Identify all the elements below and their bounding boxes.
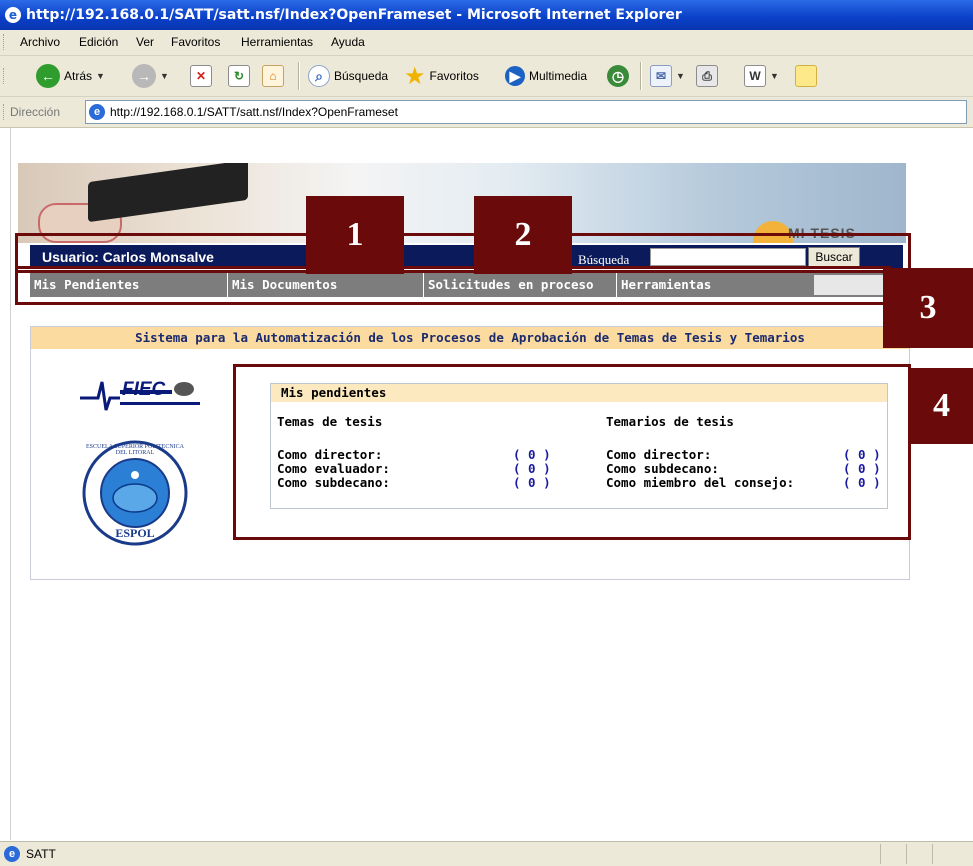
forward-button[interactable]: → ▼: [132, 56, 169, 96]
chevron-down-icon: ▼: [160, 71, 169, 81]
menu-edicion[interactable]: Edición: [79, 35, 118, 49]
search-label: Búsqueda: [334, 69, 389, 83]
home-icon: ⌂: [262, 65, 284, 87]
refresh-button[interactable]: ↻: [228, 56, 250, 96]
back-arrow-icon: ←: [36, 64, 60, 88]
menu-ayuda[interactable]: Ayuda: [331, 35, 365, 49]
annotation-box-pending: [233, 364, 911, 540]
espol-logo-text: ESPOL: [115, 526, 155, 540]
search-button[interactable]: ⌕ Búsqueda: [308, 56, 388, 96]
toolbar-grip: [3, 104, 7, 120]
menu-ver[interactable]: Ver: [136, 35, 154, 49]
window-title: http://192.168.0.1/SATT/satt.nsf/Index?O…: [26, 7, 682, 23]
edit-button[interactable]: W ▼: [744, 56, 779, 96]
print-icon: ⎙: [696, 65, 718, 87]
status-cell: [880, 844, 907, 864]
address-label: Dirección: [10, 105, 61, 119]
forward-arrow-icon: →: [132, 64, 156, 88]
annotation-label-3: 3: [883, 268, 973, 348]
stop-button[interactable]: ✕: [190, 56, 212, 96]
address-input[interactable]: e http://192.168.0.1/SATT/satt.nsf/Index…: [85, 100, 967, 124]
back-button[interactable]: ← Atrás ▼: [36, 56, 105, 96]
print-button[interactable]: ⎙: [696, 56, 718, 96]
toolbar-separator: [640, 62, 642, 90]
favorites-label: Favoritos: [429, 69, 479, 83]
ie-logo-icon: e: [5, 7, 21, 23]
messenger-button[interactable]: [795, 56, 817, 96]
status-bar: e SATT: [0, 841, 973, 866]
status-cell: [932, 844, 973, 864]
media-label: Multimedia: [529, 69, 588, 83]
media-button[interactable]: ▶ Multimedia: [505, 56, 587, 96]
espol-seal: ESCUELA SUPERIOR POLITECNICA DEL LITORAL…: [82, 440, 188, 546]
annotation-box-nav: [15, 266, 891, 305]
mail-icon: ✉: [650, 65, 672, 87]
refresh-icon: ↻: [228, 65, 250, 87]
status-text: SATT: [26, 847, 56, 861]
annotation-label-1: 1: [306, 196, 404, 274]
word-edit-icon: W: [744, 65, 766, 87]
menu-favoritos[interactable]: Favoritos: [171, 35, 220, 49]
address-url: http://192.168.0.1/SATT/satt.nsf/Index?O…: [110, 105, 398, 119]
history-icon: ◷: [607, 65, 629, 87]
frame-border: [0, 128, 11, 840]
chevron-down-icon: ▼: [770, 71, 779, 81]
mail-button[interactable]: ✉ ▼: [650, 56, 685, 96]
home-button[interactable]: ⌂: [262, 56, 284, 96]
toolbar-separator: [298, 62, 300, 90]
favorites-button[interactable]: ★ Favoritos: [404, 56, 479, 96]
page-icon: e: [89, 104, 105, 120]
menu-archivo[interactable]: Archivo: [20, 35, 60, 49]
history-button[interactable]: ◷: [607, 56, 629, 96]
header-banner: MI TESIS: [18, 163, 906, 243]
note-icon: [795, 65, 817, 87]
annotation-label-4: 4: [910, 368, 973, 444]
media-icon: ▶: [505, 66, 525, 86]
status-cell: [906, 844, 933, 864]
menu-bar: Archivo Edición Ver Favoritos Herramient…: [0, 30, 973, 56]
back-label: Atrás: [64, 69, 93, 83]
espol-ring-text: ESCUELA SUPERIOR POLITECNICA DEL LITORAL: [85, 444, 184, 456]
graduation-cap-image: [88, 163, 248, 223]
fiec-logo: FIEC: [80, 378, 200, 412]
menu-herramientas[interactable]: Herramientas: [241, 35, 313, 49]
annotation-label-2: 2: [474, 196, 572, 274]
toolbar-grip: [3, 34, 7, 50]
standard-toolbar: ← Atrás ▼ → ▼ ✕ ↻ ⌂ ⌕ Búsqueda ★ Favorit…: [0, 56, 973, 97]
search-icon: ⌕: [308, 65, 330, 87]
favorites-star-icon: ★: [404, 62, 426, 90]
address-bar: Dirección e http://192.168.0.1/SATT/satt…: [0, 97, 973, 128]
window-title-bar: e http://192.168.0.1/SATT/satt.nsf/Index…: [0, 0, 973, 30]
chevron-down-icon: ▼: [96, 71, 105, 81]
fiec-logo-text: FIEC: [122, 379, 166, 400]
page-icon: e: [4, 846, 20, 862]
toolbar-grip: [3, 68, 7, 84]
system-title: Sistema para la Automatización de los Pr…: [31, 327, 909, 349]
stop-icon: ✕: [190, 65, 212, 87]
chevron-down-icon: ▼: [676, 71, 685, 81]
